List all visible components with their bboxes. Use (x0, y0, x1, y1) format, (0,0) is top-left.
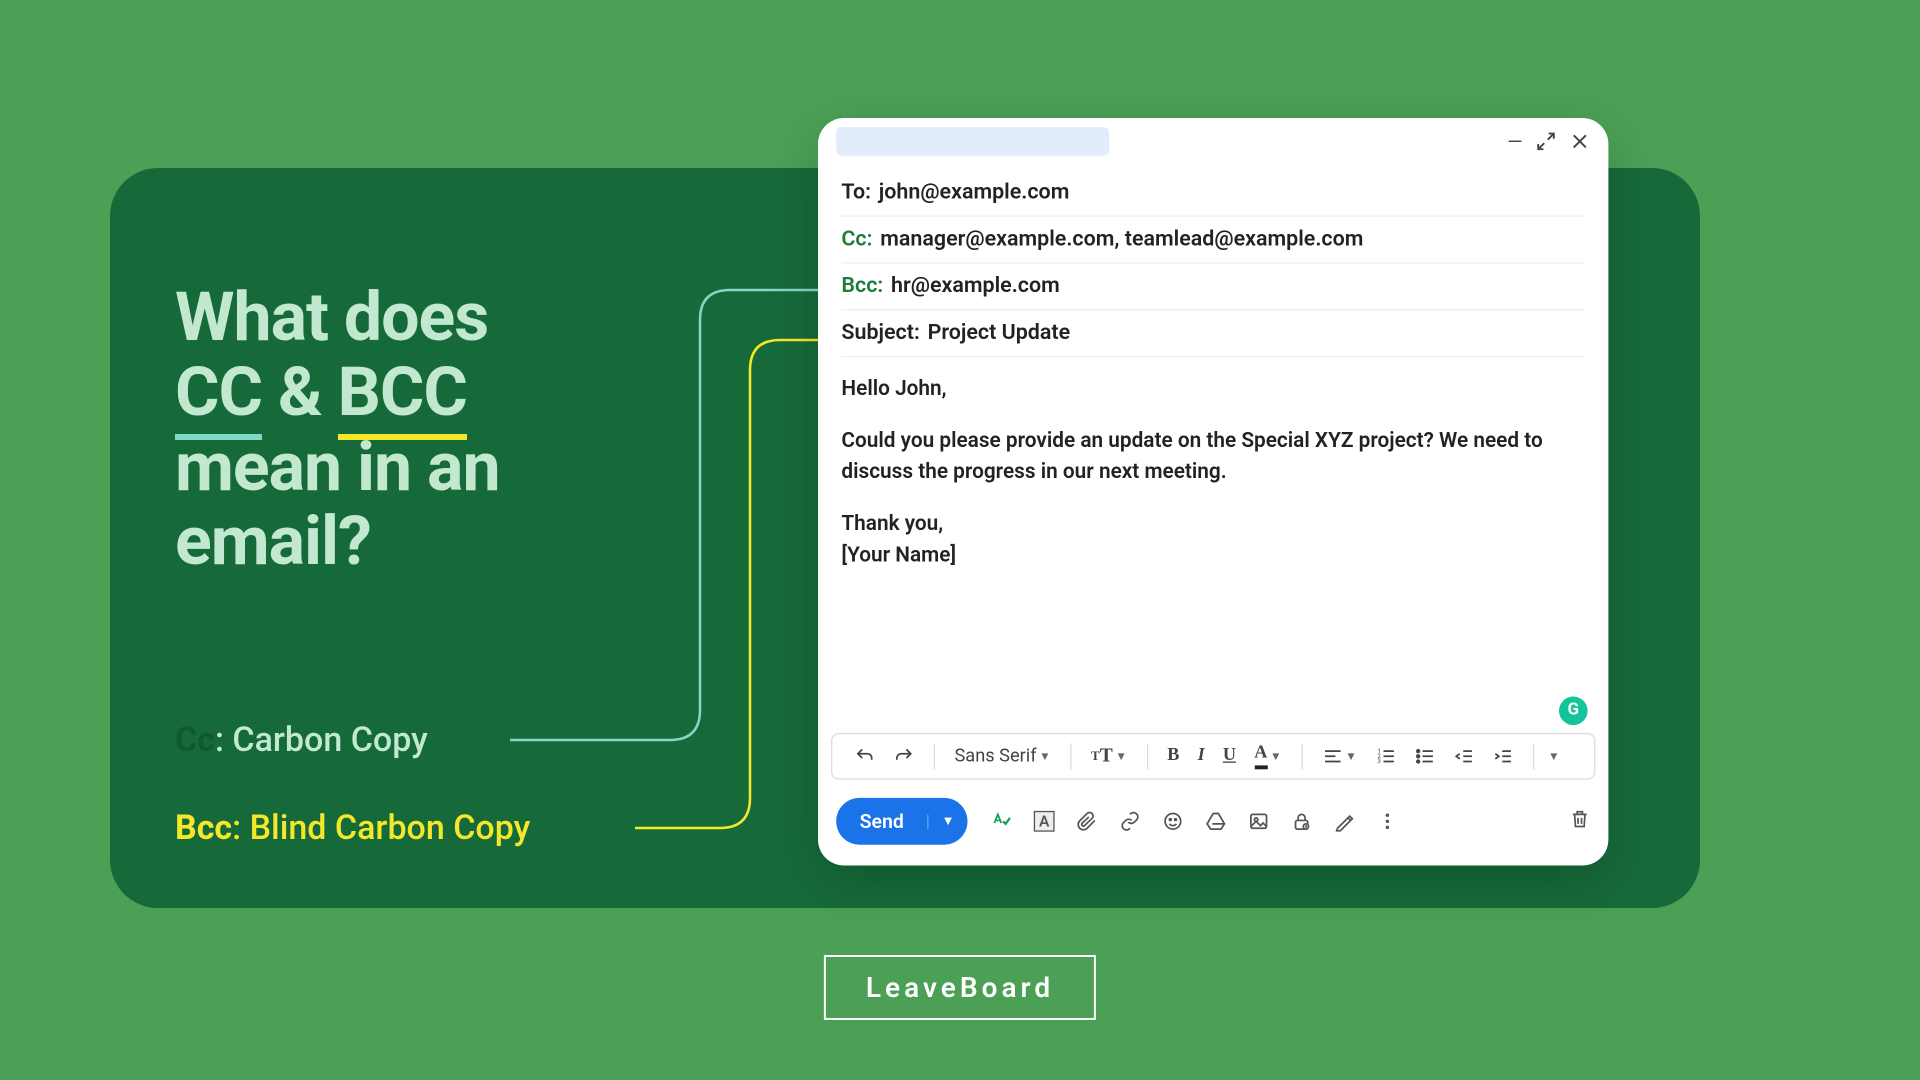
headline-amp: & (262, 352, 338, 432)
legend-bcc: Bcc: Blind Carbon Copy (175, 808, 530, 848)
underline-icon[interactable]: U (1219, 743, 1240, 769)
redo-icon[interactable] (890, 743, 919, 769)
attach-icon[interactable] (1074, 811, 1100, 832)
subject-value: Project Update (928, 321, 1071, 346)
legend-bcc-label: Bcc (175, 808, 232, 848)
brand-logo: LeaveBoard (824, 955, 1096, 1020)
outdent-icon[interactable] (1449, 743, 1478, 769)
legend-cc-def: Carbon Copy (232, 720, 427, 760)
text-format-icon[interactable]: A (1031, 811, 1057, 832)
legend-cc-label: Cc (175, 720, 215, 760)
to-field[interactable]: To: john@example.com (841, 170, 1585, 217)
headline-line4: email? (175, 501, 371, 581)
format-toolbar: Sans Serif▼ TT▼ B I U A▼ ▼ 123 ▼ (831, 733, 1595, 780)
undo-icon[interactable] (851, 743, 880, 769)
headline: What does CC & BCC mean in an email? (175, 280, 735, 579)
svg-text:3: 3 (1377, 758, 1380, 765)
legend-bcc-def: Blind Carbon Copy (250, 808, 531, 848)
close-icon[interactable] (1569, 130, 1590, 153)
grammarly-icon[interactable]: G (1559, 697, 1588, 726)
confidential-icon[interactable] (1289, 811, 1315, 832)
headline-line1: What does (175, 277, 488, 357)
font-select[interactable]: Sans Serif▼ (951, 743, 1055, 769)
bcc-value: hr@example.com (891, 274, 1060, 299)
indent-icon[interactable] (1488, 743, 1517, 769)
text-color-icon[interactable]: A▼ (1250, 741, 1285, 772)
cc-label: Cc: (841, 227, 872, 252)
font-size-icon[interactable]: TT▼ (1087, 743, 1131, 770)
bullet-list-icon[interactable] (1410, 743, 1439, 769)
body-signature: [Your Name] (841, 542, 956, 567)
subject-field[interactable]: Subject: Project Update (841, 310, 1585, 357)
send-button[interactable]: Send ▼ (836, 798, 967, 845)
more-format-icon[interactable]: ▼ (1541, 747, 1563, 767)
signature-icon[interactable] (1331, 811, 1357, 832)
italic-icon[interactable]: I (1194, 743, 1209, 769)
body-thanks: Thank you, (841, 511, 943, 536)
to-label: To: (841, 180, 871, 205)
bottom-bar: Send ▼ A (818, 780, 1608, 866)
emoji-icon[interactable] (1160, 811, 1186, 832)
email-compose-window: ― To: john@example.com Cc: manager@examp… (818, 118, 1608, 866)
image-icon[interactable] (1246, 811, 1272, 832)
body-greeting: Hello John, (841, 373, 1585, 404)
minimize-icon[interactable]: ― (1507, 130, 1522, 153)
email-fields: To: john@example.com Cc: manager@example… (818, 165, 1608, 357)
subject-label: Subject: (841, 321, 919, 346)
email-body[interactable]: Hello John, Could you please provide an … (818, 357, 1608, 733)
subject-chip (836, 127, 1109, 156)
cc-value: manager@example.com, teamlead@example.co… (880, 227, 1363, 252)
spellcheck-icon[interactable] (988, 811, 1014, 832)
cc-field[interactable]: Cc: manager@example.com, teamlead@exampl… (841, 217, 1585, 264)
bcc-field[interactable]: Bcc: hr@example.com (841, 264, 1585, 311)
send-dropdown-icon[interactable]: ▼ (927, 814, 967, 828)
more-options-icon[interactable] (1374, 811, 1400, 832)
send-label[interactable]: Send (836, 810, 927, 833)
align-icon[interactable]: ▼ (1318, 743, 1361, 769)
numbered-list-icon[interactable]: 123 (1371, 743, 1400, 769)
to-value: john@example.com (879, 180, 1070, 205)
bcc-label: Bcc: (841, 274, 883, 299)
expand-icon[interactable] (1536, 130, 1557, 153)
drive-icon[interactable] (1203, 811, 1229, 832)
body-paragraph: Could you please provide an update on th… (841, 425, 1585, 487)
legend-cc: Cc: Carbon Copy (175, 720, 428, 760)
trash-icon[interactable] (1569, 808, 1590, 835)
link-icon[interactable] (1117, 811, 1143, 832)
bold-icon[interactable]: B (1163, 743, 1183, 769)
headline-line3: mean in an (175, 427, 500, 507)
compose-titlebar: ― (818, 118, 1608, 165)
